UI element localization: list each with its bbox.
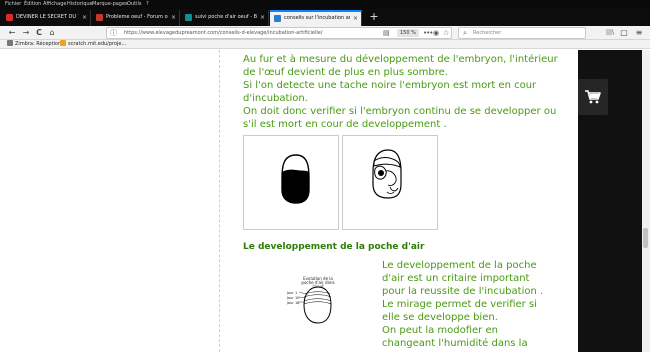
tab-favicon-icon — [185, 14, 192, 21]
bookmark-label: Zimbra: Réception — [15, 41, 62, 47]
text-line: On doit donc verifier si l'embryon conti… — [243, 106, 557, 117]
pocket-icon[interactable]: ◉ — [433, 28, 439, 38]
tab-deviner[interactable]: DEVINER LE SECRET DU TOUR… × — [2, 10, 91, 26]
text-line: pour la reussite de l'incubation . — [382, 286, 544, 297]
menu-bar: Fichier Édition Affichage Historique Mar… — [0, 0, 650, 9]
shopping-cart-button[interactable] — [578, 79, 608, 115]
text-line: d'air est un critaire important — [382, 273, 530, 284]
reload-icon[interactable]: C — [33, 26, 45, 40]
bookmark-scratch[interactable]: scratch.mit.edu/proje… — [60, 40, 127, 49]
bookmark-zimbra[interactable]: Zimbra: Réception — [7, 40, 61, 49]
close-icon[interactable]: × — [82, 10, 87, 25]
text-line: d'incubation. — [243, 93, 308, 104]
air-cell-paragraph: Le developpement de la poche d'air est u… — [382, 259, 562, 350]
tab-favicon-icon — [96, 14, 103, 21]
search-bar[interactable]: ⌕ Rechercher — [458, 27, 586, 39]
search-placeholder: Rechercher — [473, 30, 502, 36]
text-line: elle se developpe bien. — [382, 312, 498, 323]
forward-arrow-icon[interactable]: → — [20, 26, 32, 40]
embryo-paragraph: Au fur et à mesure du développement de l… — [243, 53, 558, 131]
back-arrow-icon[interactable]: ← — [6, 26, 18, 40]
zoom-level[interactable]: 150 % — [397, 29, 419, 37]
dark-egg-image — [243, 135, 339, 230]
tab-strip: DEVINER LE SECRET DU TOUR… × Probleme oe… — [0, 9, 650, 26]
zimbra-icon — [7, 40, 13, 46]
url-bar[interactable]: ⓘ https://www.elevagedupreamont.com/cons… — [106, 27, 452, 39]
menu-view[interactable]: Affichage — [43, 0, 67, 9]
text-line: Si l'on detecte une tache noire l'embryo… — [243, 80, 537, 91]
tab-title: conseils sur l'incubation artifici… — [284, 15, 350, 21]
air-cell-diagram: Evolution de la poche d'air dans l'oeuf … — [282, 277, 352, 329]
close-icon[interactable]: × — [171, 10, 176, 25]
url-text[interactable]: https://www.elevagedupreamont.com/consei… — [124, 28, 323, 38]
text-line: On peut la modofier en — [382, 325, 498, 336]
tab-bing-search[interactable]: suivi poche d'air oeuf - Bing × — [181, 10, 269, 26]
scrollbar-thumb[interactable] — [643, 228, 648, 248]
tab-title: Probleme oeuf - Forum oiseaux — [106, 14, 168, 20]
menu-history[interactable]: Historique — [67, 0, 93, 9]
browser-window: Fichier Édition Affichage Historique Mar… — [0, 0, 650, 352]
tab-incubation[interactable]: conseils sur l'incubation artifici… × — [270, 10, 362, 26]
tab-title: suivi poche d'air oeuf - Bing — [195, 14, 257, 20]
new-tab-button[interactable]: + — [368, 9, 380, 26]
shopping-cart-icon — [585, 90, 601, 104]
bookmark-label: scratch.mit.edu/proje… — [68, 41, 127, 47]
menu-help[interactable]: ? — [146, 0, 149, 9]
sidebar-icon[interactable]: ▢ — [618, 26, 630, 40]
hamburger-menu-icon[interactable]: ≡ — [633, 26, 645, 40]
home-icon[interactable]: ⌂ — [46, 26, 58, 40]
info-icon[interactable]: ⓘ — [110, 28, 117, 38]
content-border — [219, 50, 220, 352]
text-line: Au fur et à mesure du développement de l… — [243, 54, 558, 65]
menu-bookmarks[interactable]: Marque-pages — [92, 0, 128, 9]
reader-view-icon[interactable]: ▤ — [383, 28, 390, 38]
scratch-icon — [60, 40, 66, 46]
navigation-bar: ← → C ⌂ ⓘ https://www.elevagedupreamont.… — [0, 26, 650, 40]
bookmarks-toolbar: Zimbra: Réception scratch.mit.edu/proje… — [0, 40, 650, 49]
tab-favicon-icon — [6, 14, 13, 21]
text-line: Le developpement de la poche — [382, 260, 537, 271]
text-line: changeant l'humidité dans la — [382, 338, 528, 349]
close-icon[interactable]: × — [260, 10, 265, 25]
text-line: Le mirage permet de verifier si — [382, 299, 537, 310]
close-icon[interactable]: × — [353, 12, 358, 25]
section-heading: Le developpement de la poche d'air — [243, 242, 425, 252]
library-icon[interactable]: |||\ — [604, 26, 616, 40]
page-actions-icon[interactable]: ••• — [423, 28, 433, 38]
text-line: s'il est mort en cour de developpement . — [243, 119, 447, 130]
text-line: de l'œuf devient de plus en plus sombre. — [243, 67, 448, 78]
menu-edit[interactable]: Édition — [24, 0, 41, 9]
menu-file[interactable]: Fichier — [5, 0, 21, 9]
page-content: Au fur et à mesure du développement de l… — [0, 50, 650, 352]
embryo-egg-image — [342, 135, 438, 230]
vertical-scrollbar[interactable] — [642, 50, 650, 352]
menu-tools[interactable]: Outils — [127, 0, 141, 9]
bookmark-star-icon[interactable]: ☆ — [443, 28, 449, 38]
tab-title: DEVINER LE SECRET DU TOUR… — [16, 14, 78, 20]
search-icon: ⌕ — [463, 29, 467, 37]
tab-favicon-icon — [274, 15, 281, 22]
tab-probleme-oeuf[interactable]: Probleme oeuf - Forum oiseaux × — [92, 10, 180, 26]
